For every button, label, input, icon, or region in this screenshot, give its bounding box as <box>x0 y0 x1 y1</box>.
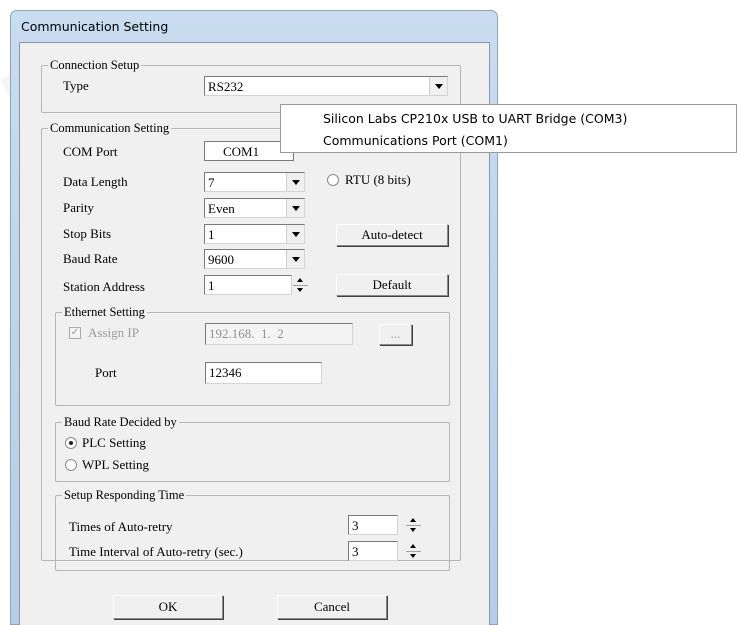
type-combobox[interactable]: RS232 <box>204 76 448 96</box>
type-label: Type <box>63 78 89 93</box>
plc-setting-label: PLC Setting <box>82 435 146 450</box>
parity-label: Parity <box>63 200 95 215</box>
spin-up-icon[interactable] <box>406 515 421 525</box>
connection-setup-legend: Connection Setup <box>48 58 142 72</box>
dialog-window: Communication Setting Connection Setup T… <box>10 10 498 625</box>
port-field[interactable]: 12346 <box>205 362 322 384</box>
dropdown-item-com3[interactable]: Silicon Labs CP210x USB to UART Bridge (… <box>323 111 627 126</box>
baud-rate-decided-group: Baud Rate Decided by PLC Setting WPL Set… <box>55 415 450 482</box>
retry-interval-value: 3 <box>352 544 359 559</box>
assign-ip-label: Assign IP <box>88 325 139 340</box>
ethernet-setting-group: Ethernet Setting ✓ Assign IP 192.168. 1.… <box>55 305 450 406</box>
title-bar[interactable]: Communication Setting <box>11 11 497 41</box>
stop-bits-dropdown-button[interactable] <box>286 225 304 243</box>
stop-bits-label: Stop Bits <box>63 226 112 241</box>
type-dropdown-button[interactable] <box>429 77 447 95</box>
station-address-value: 1 <box>208 278 215 293</box>
chevron-down-icon <box>292 257 300 262</box>
ethernet-setting-legend: Ethernet Setting <box>62 305 147 319</box>
plc-setting-radio[interactable] <box>65 437 77 449</box>
spin-down-icon[interactable] <box>406 525 421 535</box>
retry-interval-field[interactable]: 3 <box>348 541 398 561</box>
station-address-spinner[interactable] <box>293 275 308 295</box>
spin-up-icon[interactable] <box>293 275 308 285</box>
baud-rate-decided-legend: Baud Rate Decided by <box>62 415 179 429</box>
parity-combobox[interactable]: Even <box>204 198 305 218</box>
rtu-radio[interactable] <box>327 174 339 186</box>
auto-retry-label: Times of Auto-retry <box>69 519 173 534</box>
com-port-dropdown-list: Silicon Labs CP210x USB to UART Bridge (… <box>280 104 737 153</box>
assign-ip-checkbox[interactable]: ✓ <box>69 327 81 339</box>
data-length-label: Data Length <box>63 174 128 189</box>
com-port-value: COM1 <box>223 144 260 159</box>
parity-dropdown-button[interactable] <box>286 199 304 217</box>
stop-bits-value: 1 <box>208 227 215 242</box>
data-length-combobox[interactable]: 7 <box>204 172 305 192</box>
ip-address-field[interactable]: 192.168. 1. 2 <box>205 323 353 345</box>
baud-rate-combobox[interactable]: 9600 <box>204 249 305 269</box>
ip-address-value: 192.168. 1. 2 <box>209 326 284 341</box>
station-address-label: Station Address <box>63 279 145 294</box>
auto-detect-button[interactable]: Auto-detect <box>336 224 448 246</box>
baud-rate-value: 9600 <box>208 252 234 267</box>
retry-interval-spinner[interactable] <box>406 541 421 561</box>
parity-value: Even <box>208 201 235 216</box>
com-port-label: COM Port <box>63 144 118 159</box>
auto-retry-spinner[interactable] <box>406 515 421 535</box>
wpl-setting-label: WPL Setting <box>82 457 150 472</box>
communication-setting-legend: Communication Setting <box>48 121 172 135</box>
auto-retry-value: 3 <box>352 518 359 533</box>
chevron-down-icon <box>292 206 300 211</box>
spin-down-icon[interactable] <box>293 285 308 295</box>
communication-setting-group: Communication Setting COM Port COM1 Data… <box>41 121 461 571</box>
default-button[interactable]: Default <box>336 274 448 296</box>
auto-retry-field[interactable]: 3 <box>348 515 398 535</box>
port-value: 12346 <box>209 365 242 380</box>
station-address-field[interactable]: 1 <box>204 275 292 295</box>
rtu-label: RTU (8 bits) <box>345 172 411 187</box>
port-label: Port <box>95 365 117 380</box>
baud-rate-label: Baud Rate <box>63 251 118 266</box>
browse-ip-button[interactable]: ... <box>379 324 412 345</box>
chevron-down-icon <box>435 84 443 89</box>
spin-up-icon[interactable] <box>406 541 421 551</box>
type-value: RS232 <box>208 79 244 94</box>
chevron-down-icon <box>292 232 300 237</box>
data-length-value: 7 <box>208 175 215 190</box>
chevron-down-icon <box>292 180 300 185</box>
ok-button[interactable]: OK <box>113 595 223 619</box>
wpl-setting-radio[interactable] <box>65 459 77 471</box>
dropdown-item-com1[interactable]: Communications Port (COM1) <box>323 133 508 148</box>
spin-down-icon[interactable] <box>406 551 421 561</box>
cancel-button[interactable]: Cancel <box>277 595 387 619</box>
responding-time-group: Setup Responding Time Times of Auto-retr… <box>55 488 450 571</box>
data-length-dropdown-button[interactable] <box>286 173 304 191</box>
stop-bits-combobox[interactable]: 1 <box>204 224 305 244</box>
baud-rate-dropdown-button[interactable] <box>286 250 304 268</box>
window-title: Communication Setting <box>21 19 169 34</box>
retry-interval-label: Time Interval of Auto-retry (sec.) <box>69 544 243 559</box>
responding-time-legend: Setup Responding Time <box>62 488 187 502</box>
